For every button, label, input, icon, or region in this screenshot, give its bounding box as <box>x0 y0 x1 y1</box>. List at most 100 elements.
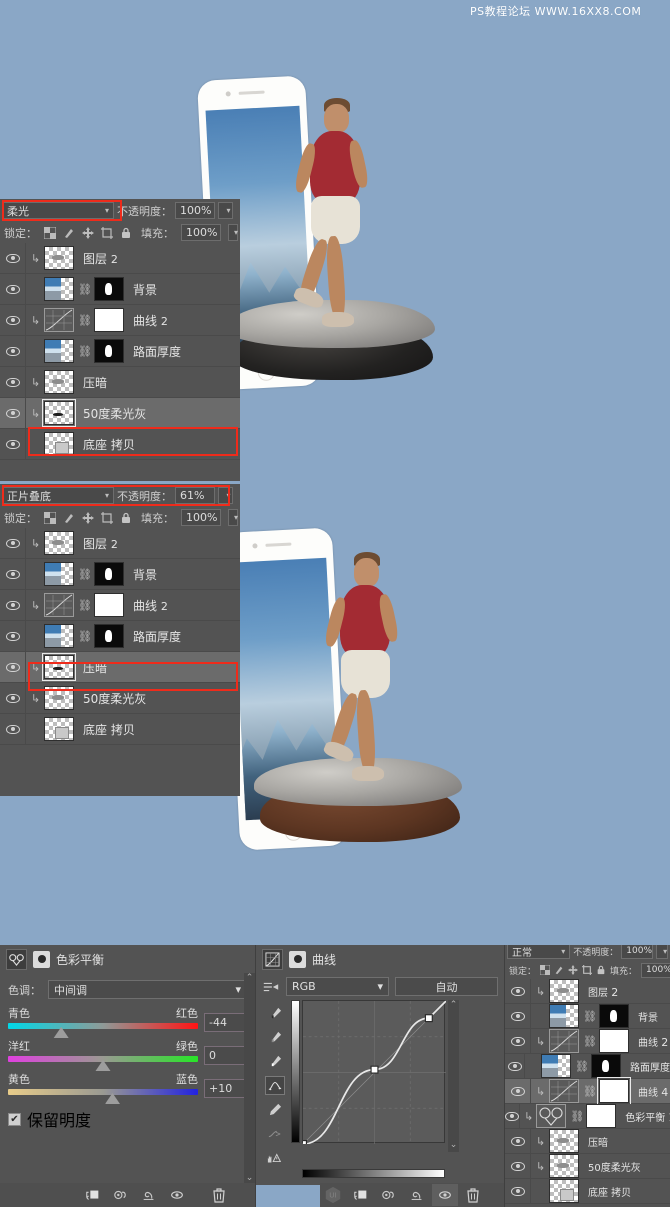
layer-visibility-toggle[interactable] <box>505 1154 531 1178</box>
lock-all-icon[interactable] <box>596 965 606 975</box>
link-icon[interactable]: ⛓ <box>78 599 92 612</box>
clip-to-layer-icon[interactable] <box>80 1184 106 1206</box>
layer-row[interactable]: ↳ 压暗 <box>0 367 240 398</box>
link-icon[interactable]: ⛓ <box>583 1085 597 1098</box>
layer-list-mid[interactable]: ↳ 图层 2 ⛓ 背景 ↳ ⛓ 曲线 2 ⛓ 路面厚度 ↳ 压暗 ↳ 50度柔光灰 底座 拷贝 <box>0 528 240 745</box>
layer-mask-thumbnail[interactable] <box>94 308 124 332</box>
layer-list-right[interactable]: ↳ 图层 2 ⛓ 背景 ↳ ⛓ 曲线 2 ⛓ 路面厚度 ↳ ⛓ 曲线 4 ↳ ⛓ 色彩平衡 1 ↳ 压暗 ↳ 50度… <box>505 979 670 1204</box>
layer-visibility-toggle[interactable] <box>505 1079 531 1103</box>
curves-panel[interactable]: 曲线 RGB ▾ 自动 ⌃ ⌄ <box>256 945 504 1185</box>
layer-thumbnail[interactable] <box>44 432 74 456</box>
layer-name[interactable]: 背景 <box>133 281 157 298</box>
lock-transparent-icon[interactable] <box>44 511 56 524</box>
layer-visibility-toggle[interactable] <box>0 429 26 459</box>
layer-name[interactable]: 图层 2 <box>588 984 618 999</box>
layer-name[interactable]: 路面厚度 <box>133 628 181 645</box>
scroll-up-icon[interactable]: ⌃ <box>244 973 255 983</box>
layer-name[interactable]: 底座 拷贝 <box>83 721 135 738</box>
layer-visibility-toggle[interactable] <box>0 243 26 273</box>
visibility-icon[interactable] <box>164 1184 190 1206</box>
layer-thumbnail[interactable] <box>42 399 76 427</box>
layer-thumbnail-colorbalance-icon[interactable] <box>536 1104 567 1128</box>
curves-auto-button[interactable]: 自动 <box>395 977 498 996</box>
curves-graph[interactable] <box>302 1000 446 1144</box>
layer-visibility-toggle[interactable] <box>505 1104 520 1128</box>
layer-mask-thumbnail[interactable] <box>599 1004 629 1028</box>
layer-name[interactable]: 底座 拷贝 <box>588 1184 631 1199</box>
slider-knob[interactable] <box>53 1027 69 1038</box>
color-balance-slider[interactable]: 青色 红色 -44 <box>8 1005 247 1038</box>
slider-value[interactable]: -44 <box>204 1013 247 1032</box>
color-balance-slider[interactable]: 黄色 蓝色 +10 <box>8 1071 247 1104</box>
layer-visibility-toggle[interactable] <box>505 1179 531 1203</box>
opacity-value-mid[interactable]: 61% <box>175 487 215 504</box>
layer-row[interactable]: ⛓ 路面厚度 <box>505 1054 670 1079</box>
smooth-curve-icon[interactable] <box>265 1124 285 1143</box>
layer-thumbnail[interactable] <box>44 277 74 301</box>
layer-name[interactable]: 压暗 <box>83 374 107 391</box>
lock-artboard-icon[interactable] <box>101 511 113 524</box>
layer-row[interactable]: ↳ 50度柔光灰 <box>505 1154 670 1179</box>
layer-visibility-toggle[interactable] <box>0 714 26 744</box>
layer-name[interactable]: 背景 <box>133 566 157 583</box>
color-balance-slider[interactable]: 洋红 绿色 0 <box>8 1038 247 1071</box>
layer-name[interactable]: 曲线 4 <box>638 1084 668 1099</box>
layer-name[interactable]: 50度柔光灰 <box>83 690 146 707</box>
layer-thumbnail[interactable] <box>44 531 74 555</box>
layer-row[interactable]: ⛓ 背景 <box>505 1004 670 1029</box>
curves-channel-row[interactable]: RGB ▾ 自动 <box>256 973 504 1000</box>
link-icon[interactable]: ⛓ <box>78 630 92 643</box>
lock-move-icon[interactable] <box>82 226 94 239</box>
link-icon[interactable]: ⛓ <box>78 283 92 296</box>
layer-visibility-toggle[interactable] <box>0 367 26 397</box>
layer-visibility-toggle[interactable] <box>505 979 531 1003</box>
layer-row[interactable]: ⛓ 背景 <box>0 559 240 590</box>
layer-name[interactable]: 图层 2 <box>83 535 118 552</box>
slider-track[interactable] <box>8 1023 198 1038</box>
opacity-value-top[interactable]: 100% <box>175 202 215 219</box>
fill-value-mid[interactable]: 100% <box>181 509 221 526</box>
lock-brush-icon[interactable] <box>63 512 75 524</box>
color-balance-body[interactable]: 色调： 中间调 ▾ 青色 红色 -44 洋红 绿色 0 黄色 蓝色 +10 ✔ 保留明度 <box>0 973 255 1131</box>
opacity-stepper-top[interactable]: ▾ <box>218 202 233 219</box>
scroll-down-icon[interactable]: ⌄ <box>244 1173 255 1183</box>
layer-name[interactable]: 压暗 <box>588 1134 608 1149</box>
color-balance-footer[interactable] <box>80 1183 255 1207</box>
layer-name[interactable]: 50度柔光灰 <box>588 1159 641 1174</box>
layer-thumbnail[interactable] <box>44 717 74 741</box>
eyedropper-white-icon[interactable] <box>265 1052 285 1071</box>
layer-name[interactable]: 压暗 <box>83 659 107 676</box>
preserve-luminosity-checkbox[interactable]: ✔ <box>8 1112 21 1126</box>
lock-transparent-icon[interactable] <box>44 226 56 239</box>
blend-row-top[interactable]: 柔光 ▾ 不透明度： 100% ▾ <box>0 199 240 222</box>
layer-visibility-toggle[interactable] <box>0 652 26 682</box>
layer-list-top[interactable]: ↳ 图层 2 ⛓ 背景 ↳ ⛓ 曲线 2 ⛓ 路面厚度 ↳ 压暗 ↳ 50度柔光灰 底座 拷贝 <box>0 243 240 460</box>
layer-visibility-toggle[interactable] <box>505 1054 526 1078</box>
layer-row[interactable]: ⛓ 背景 <box>0 274 240 305</box>
layer-mask-thumbnail[interactable] <box>597 1077 631 1105</box>
lock-row-right[interactable]: 锁定： 填充： 100% <box>505 961 670 979</box>
link-icon[interactable]: ⛓ <box>78 345 92 358</box>
layer-mask-thumbnail[interactable] <box>591 1054 621 1078</box>
layer-name[interactable]: 底座 拷贝 <box>83 436 135 453</box>
layer-row[interactable]: ↳ ⛓ 色彩平衡 1 <box>505 1104 670 1129</box>
slider-track[interactable] <box>8 1089 198 1104</box>
layer-name[interactable]: 曲线 2 <box>133 312 168 329</box>
blend-mode-select-top[interactable]: 柔光 ▾ <box>2 202 114 219</box>
slider-track[interactable] <box>8 1056 198 1071</box>
lock-all-icon[interactable] <box>120 227 132 239</box>
layer-visibility-toggle[interactable] <box>0 590 26 620</box>
layer-mask-thumbnail[interactable] <box>94 339 124 363</box>
lock-transparent-icon[interactable] <box>540 965 551 975</box>
layer-visibility-toggle[interactable] <box>0 683 26 713</box>
layer-mask-thumbnail[interactable] <box>599 1029 629 1053</box>
opacity-value-right[interactable]: 100% <box>621 943 654 959</box>
lock-move-icon[interactable] <box>82 511 94 524</box>
layer-row[interactable]: ↳ 50度柔光灰 <box>0 683 240 714</box>
curves-channel-select[interactable]: RGB ▾ <box>286 977 389 996</box>
layer-row[interactable]: ↳ ⛓ 曲线 2 <box>0 305 240 336</box>
layer-name[interactable]: 路面厚度 <box>133 343 181 360</box>
blend-mode-select-mid[interactable]: 正片叠底 ▾ <box>2 487 114 504</box>
layer-thumbnail[interactable] <box>42 653 76 681</box>
layer-name[interactable]: 图层 2 <box>83 250 118 267</box>
